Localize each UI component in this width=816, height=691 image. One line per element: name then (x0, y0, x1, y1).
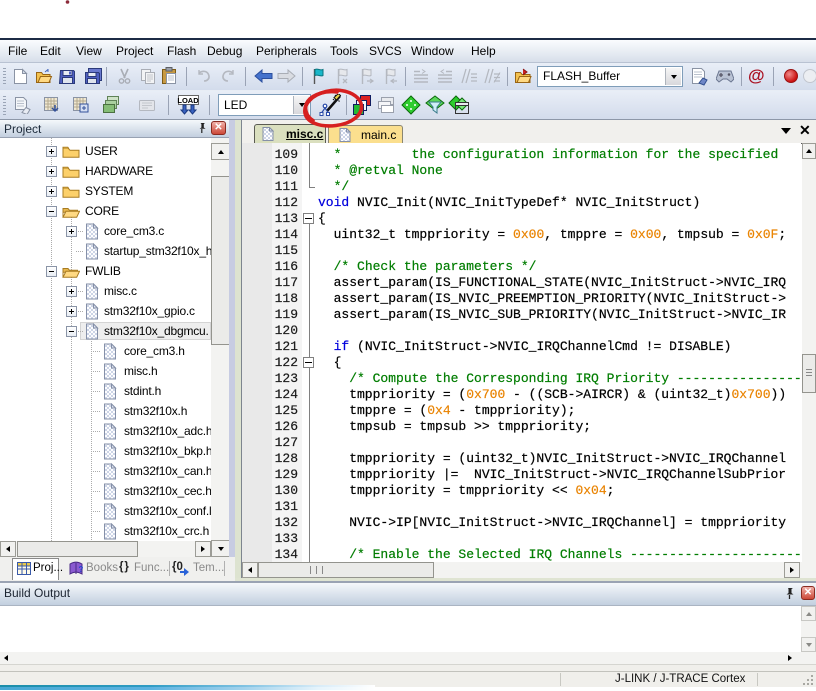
svg-text:?: ? (79, 565, 84, 574)
svg-text:LOAD: LOAD (177, 96, 199, 105)
